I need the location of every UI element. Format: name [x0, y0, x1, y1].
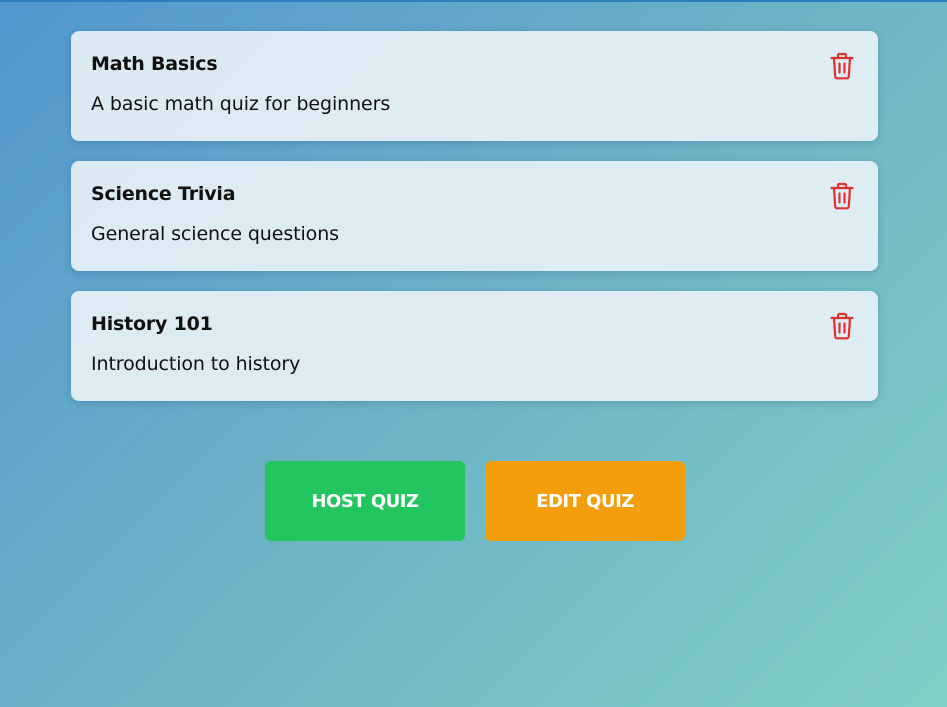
edit-quiz-button[interactable]: EDIT QUIZ — [485, 461, 685, 541]
quiz-title: Science Trivia — [91, 183, 236, 205]
quiz-card-history-101[interactable]: History 101 Introduction to history — [71, 291, 878, 401]
quiz-card-math-basics[interactable]: Math Basics A basic math quiz for beginn… — [71, 31, 878, 141]
quiz-description: A basic math quiz for beginners — [91, 93, 391, 115]
delete-quiz-button[interactable] — [828, 181, 856, 211]
trash-icon — [830, 52, 854, 80]
trash-icon — [830, 312, 854, 340]
quiz-card-science-trivia[interactable]: Science Trivia General science questions — [71, 161, 878, 271]
action-buttons: HOST QUIZ EDIT QUIZ — [265, 461, 685, 541]
quiz-description: Introduction to history — [91, 353, 301, 375]
quiz-title: Math Basics — [91, 53, 218, 75]
delete-quiz-button[interactable] — [828, 51, 856, 81]
quiz-description: General science questions — [91, 223, 339, 245]
quiz-title: History 101 — [91, 313, 213, 335]
host-quiz-button[interactable]: HOST QUIZ — [265, 461, 465, 541]
top-border — [0, 0, 947, 2]
trash-icon — [830, 182, 854, 210]
quiz-list: Math Basics A basic math quiz for beginn… — [71, 31, 878, 421]
delete-quiz-button[interactable] — [828, 311, 856, 341]
